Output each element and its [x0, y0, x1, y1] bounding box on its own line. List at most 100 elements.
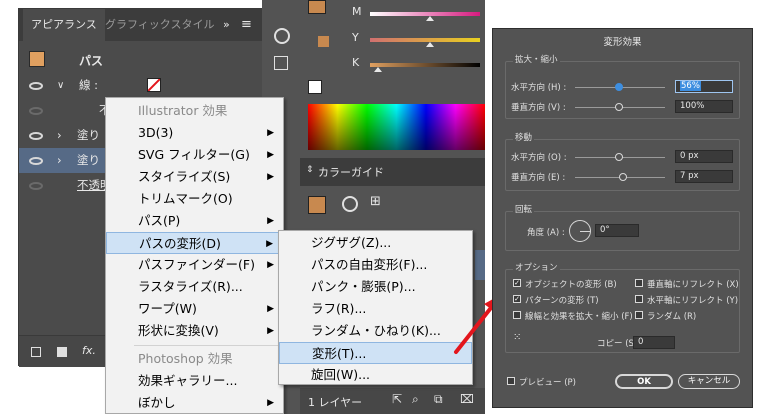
h-move-input[interactable]: 0 px	[675, 150, 733, 163]
base-color-swatch[interactable]	[308, 196, 326, 214]
menu-separator	[134, 345, 279, 346]
random-label: ランダム (R)	[647, 312, 697, 322]
color-wheel-icon[interactable]	[342, 196, 358, 212]
v-scale-slider-knob[interactable]	[615, 103, 623, 111]
v-move-slider-knob[interactable]	[619, 173, 627, 181]
transform-patterns-label: パターンの変形 (T)	[525, 296, 599, 306]
h-scale-slider-knob[interactable]	[615, 83, 623, 91]
menu-item-label: パス(P)	[138, 213, 181, 228]
tab-color-guide[interactable]: カラーガイド	[318, 164, 384, 180]
submenu-item-pucker-bloat[interactable]: パンク・膨張(P)...	[279, 276, 472, 298]
visibility-eye-icon[interactable]	[29, 107, 43, 115]
appearance-row-stroke[interactable]: ∨ 線 :	[19, 73, 284, 98]
submenu-item-roughen[interactable]: ラフ(R)...	[279, 298, 472, 320]
visibility-eye-icon[interactable]	[29, 82, 43, 90]
gear-icon[interactable]	[274, 28, 290, 44]
new-layer-icon[interactable]: ⧉	[434, 392, 443, 407]
v-move-input[interactable]: 7 px	[675, 170, 733, 183]
reflect-v-label: 垂直軸にリフレクト (X)	[647, 280, 739, 290]
ok-button[interactable]: OK	[615, 374, 673, 389]
transform-effect-dialog: 変形効果 拡大・縮小 水平方向 (H) : 56% 垂直方向 (V) : 100…	[492, 28, 753, 408]
v-scale-label: 垂直方向 (V) :	[511, 103, 566, 113]
reflect-h-checkbox[interactable]	[635, 295, 643, 303]
export-icon[interactable]: ⇱	[392, 392, 402, 406]
menu-item-label: ラスタライズ(R)...	[138, 279, 243, 294]
menu-item-label: 効果ギャラリー...	[138, 373, 238, 388]
random-checkbox[interactable]	[635, 311, 643, 319]
tab-appearance[interactable]: アピアランス	[23, 9, 105, 41]
reflect-v-checkbox[interactable]	[635, 279, 643, 287]
black-slider[interactable]	[370, 63, 480, 67]
add-stroke-icon[interactable]	[31, 347, 41, 357]
visibility-eye-icon[interactable]	[29, 157, 43, 165]
angle-label: 角度 (A) :	[527, 228, 565, 238]
menu-item-distort-transform[interactable]: パスの変形(D) ▶	[106, 232, 283, 254]
chevron-right-icon[interactable]: ›	[57, 123, 62, 148]
menu-item-path[interactable]: パス(P) ▶	[106, 210, 283, 232]
submenu-item-transform[interactable]: 変形(T)...	[279, 342, 472, 364]
copies-input[interactable]: 0	[633, 336, 675, 349]
menu-header-illustrator: Illustrator 効果	[138, 103, 228, 118]
slider-handle-icon[interactable]	[374, 67, 382, 72]
menu-item-label: ぼかし	[138, 395, 176, 410]
slider-handle-icon[interactable]	[426, 16, 434, 21]
dialog-title: 変形効果	[603, 37, 642, 48]
menu-item-label: トリムマーク(O)	[138, 191, 233, 206]
fx-icon[interactable]: fx.	[82, 344, 96, 357]
copies-label: コピー (S)	[597, 339, 638, 349]
submenu-item-tweak[interactable]: ランダム・ひねり(K)...	[279, 320, 472, 342]
search-icon[interactable]: ⌕	[412, 392, 419, 407]
cancel-button[interactable]: キャンセル	[678, 374, 740, 389]
save-colors-icon[interactable]: ⊞	[370, 194, 381, 209]
menu-item-rasterize[interactable]: ラスタライズ(R)...	[106, 276, 283, 298]
chevron-right-icon[interactable]: ›	[57, 148, 62, 173]
menu-item-trim-marks[interactable]: トリムマーク(O)	[106, 188, 283, 210]
none-swatch-icon[interactable]	[308, 80, 322, 94]
panel-tab-bar: アピアランス グラフィックスタイル » ≡	[19, 9, 284, 41]
chevron-icon[interactable]: ⇕	[306, 165, 314, 175]
add-fill-icon[interactable]	[57, 347, 67, 357]
transform-objects-checkbox[interactable]: ✓	[513, 279, 521, 287]
preview-checkbox[interactable]	[507, 377, 515, 385]
transform-icon[interactable]	[274, 56, 288, 70]
visibility-eye-icon[interactable]	[29, 132, 43, 140]
scale-strokes-checkbox[interactable]	[513, 311, 521, 319]
stroke-none-swatch[interactable]	[147, 78, 161, 92]
magenta-slider[interactable]	[370, 12, 480, 16]
move-group-label: 移動	[513, 131, 535, 143]
angle-dial-icon[interactable]	[569, 220, 591, 242]
menu-item-warp[interactable]: ワープ(W) ▶	[106, 298, 283, 320]
submenu-item-twist[interactable]: 旋回(W)...	[279, 364, 472, 386]
fill-swatch[interactable]	[308, 0, 326, 14]
h-move-slider-knob[interactable]	[615, 153, 623, 161]
reference-point-icon[interactable]: ⁙	[513, 332, 521, 343]
panel-menu-icon[interactable]: ≡	[241, 17, 252, 32]
trash-icon[interactable]: ⌧	[460, 392, 474, 406]
menu-item-svg-filter[interactable]: SVG フィルター(G) ▶	[106, 144, 283, 166]
submenu-item-free-distort[interactable]: パスの自由変形(F)...	[279, 254, 472, 276]
tab-graphic-styles[interactable]: グラフィックスタイル	[97, 9, 222, 41]
color-spectrum[interactable]	[308, 104, 485, 150]
layer-highlight	[475, 250, 485, 280]
menu-item-stylize[interactable]: スタイライズ(S) ▶	[106, 166, 283, 188]
chevron-down-icon[interactable]: ∨	[57, 73, 64, 98]
angle-input[interactable]: 0°	[595, 224, 639, 237]
fill-swatch-small[interactable]	[318, 36, 329, 47]
h-scale-input[interactable]: 56%	[675, 80, 733, 93]
menu-item-label: パスの変形(D)	[139, 236, 221, 251]
menu-item-label: パスファインダー(F)	[138, 257, 255, 272]
menu-item-convert-to-shape[interactable]: 形状に変換(V) ▶	[106, 320, 283, 342]
panel-collapse-icon[interactable]: »	[215, 9, 238, 41]
menu-item-pathfinder[interactable]: パスファインダー(F) ▶	[106, 254, 283, 276]
yellow-slider[interactable]	[370, 38, 480, 42]
v-scale-input[interactable]: 100%	[675, 100, 733, 113]
transform-patterns-checkbox[interactable]: ✓	[513, 295, 521, 303]
slider-handle-icon[interactable]	[426, 42, 434, 47]
menu-item-blur[interactable]: ぼかし ▶	[106, 392, 283, 414]
menu-item-label: 3D(3)	[138, 125, 174, 140]
visibility-eye-icon[interactable]	[29, 182, 43, 190]
menu-item-effect-gallery[interactable]: 効果ギャラリー...	[106, 370, 283, 392]
submenu-item-zigzag[interactable]: ジグザグ(Z)...	[279, 232, 472, 254]
menu-item-3d[interactable]: 3D(3) ▶	[106, 122, 283, 144]
scale-strokes-label: 線幅と効果を拡大・縮小 (F)	[525, 312, 633, 322]
